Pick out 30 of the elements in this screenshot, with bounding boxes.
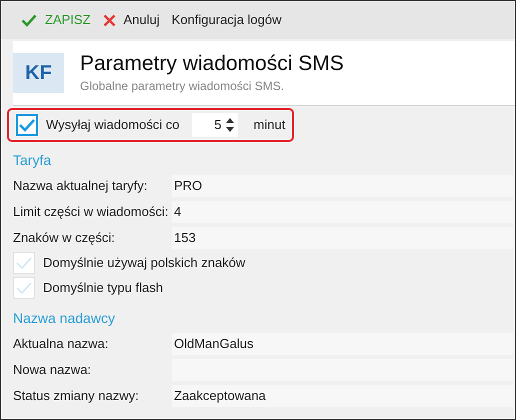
unit-label: minut <box>254 116 286 134</box>
field-label: Nowa nazwa: <box>13 360 92 379</box>
read-only-field: 153 <box>172 226 513 248</box>
field-label: Znaków w części: <box>13 228 116 247</box>
field-label: Aktualna nazwa: <box>13 334 110 353</box>
field-label: Nazwa aktualnej taryfy: <box>13 176 148 195</box>
section-title: Nazwa nadawcy <box>13 308 116 328</box>
checkbox-label: Domyślnie typu flash <box>43 278 163 297</box>
field-label: Status zmiany nazwy: <box>13 386 140 405</box>
spinner-arrows-icon <box>226 118 234 132</box>
number-spinner[interactable]: 5 <box>192 113 238 137</box>
field-label: Limit części w wiadomości: <box>13 202 170 221</box>
checkbox-label: Domyślnie używaj polskich znaków <box>43 254 246 272</box>
close-icon <box>102 14 116 26</box>
read-only-field: Zaakceptowana <box>172 384 513 406</box>
checkbox[interactable] <box>16 114 38 136</box>
check-icon <box>18 118 36 132</box>
read-only-field: PRO <box>172 174 513 196</box>
checkbox-label: Wysyłaj wiadomości co <box>46 116 180 134</box>
cancel-button[interactable]: Anuluj <box>102 10 160 30</box>
faint-check-icon <box>15 280 33 294</box>
read-only-field: OldManGalus <box>172 332 513 354</box>
check-icon <box>21 14 37 26</box>
toolbar-button[interactable]: Konfiguracja logów <box>172 10 282 30</box>
page-title: Parametry wiadomości SMS <box>80 51 344 77</box>
faint-check-icon <box>15 256 33 270</box>
page-subtitle: Globalne parametry wiadomości SMS. <box>80 78 286 95</box>
section-title: Taryfa <box>13 150 52 170</box>
module-badge: KF <box>13 53 64 93</box>
read-only-field: 4 <box>172 200 513 222</box>
